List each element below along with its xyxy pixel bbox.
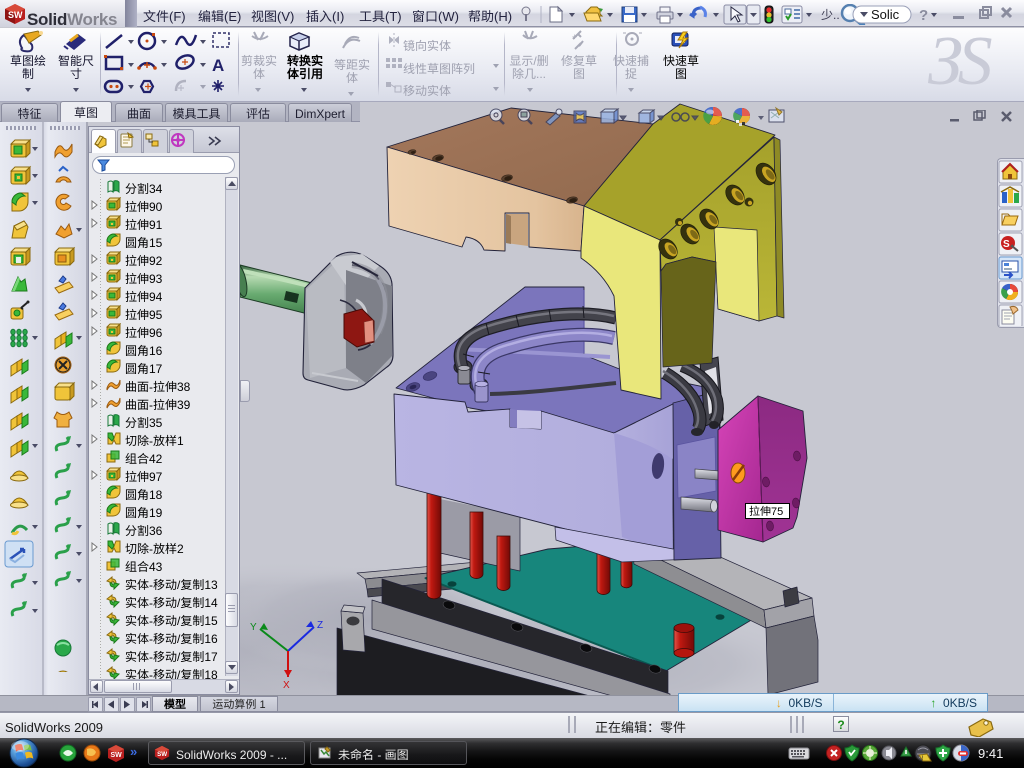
svg-text:+: +: [572, 30, 577, 43]
svg-text:Y: Y: [250, 622, 257, 633]
svg-text:S: S: [1003, 235, 1010, 250]
svg-text:A: A: [212, 51, 224, 76]
svg-text:Solic: Solic: [871, 4, 900, 23]
svg-text:»: »: [130, 744, 137, 760]
svg-text:X: X: [283, 680, 290, 691]
svg-text:?: ?: [919, 4, 928, 25]
svg-text:SW: SW: [157, 749, 167, 758]
svg-text:9:41: 9:41: [978, 743, 1003, 762]
svg-text:SW: SW: [111, 750, 123, 760]
svg-text:SW: SW: [8, 8, 23, 21]
svg-text:少..: 少..: [821, 6, 840, 23]
svg-text:Z: Z: [317, 620, 323, 631]
